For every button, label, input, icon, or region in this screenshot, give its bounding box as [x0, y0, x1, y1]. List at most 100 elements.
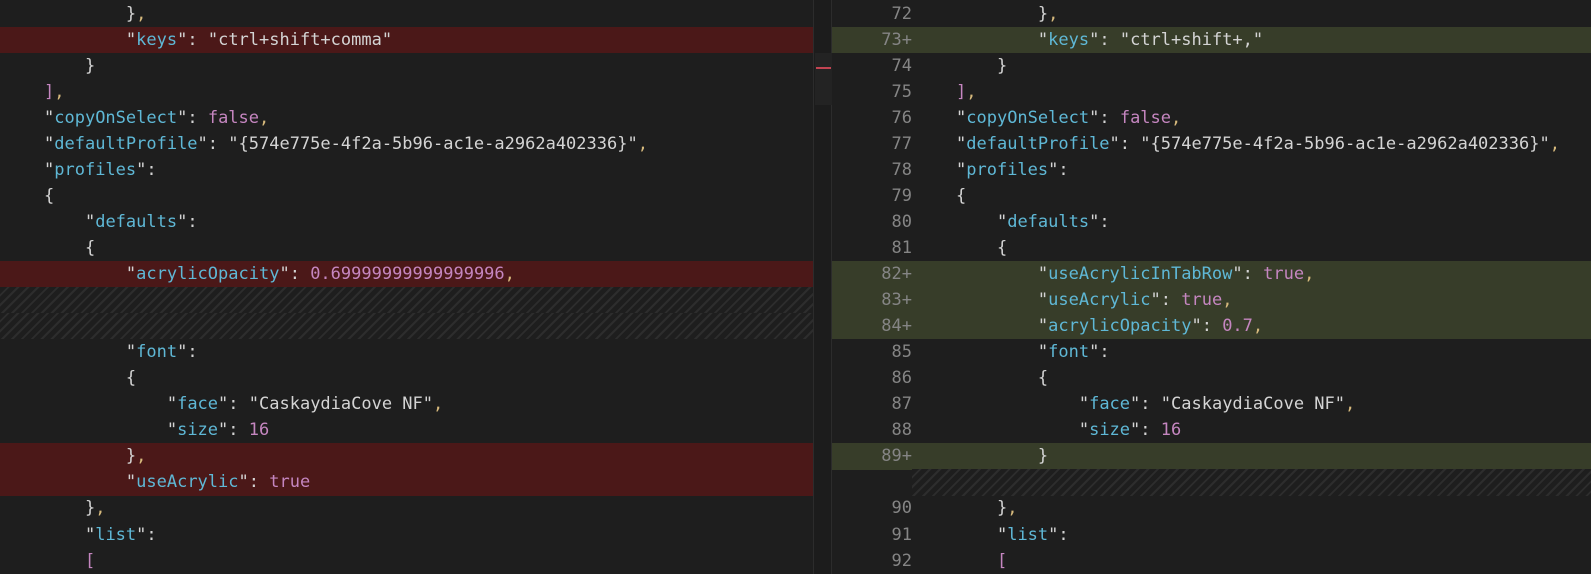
code-text: { [1037, 368, 1049, 389]
code-text: } [84, 55, 96, 76]
line-number: 88 [891, 420, 912, 441]
code-text: "defaults": [996, 211, 1110, 232]
diff-filler-region[interactable] [832, 469, 1591, 496]
line-number: 86 [891, 368, 912, 389]
code-text: "defaultProfile": "{574e775e-4f2a-5b96-a… [44, 133, 648, 154]
code-text: "face": "CaskaydiaCove NF", [166, 394, 444, 415]
code-line[interactable]: } [0, 53, 830, 79]
code-line[interactable]: 76 "copyOnSelect": false, [832, 105, 1591, 131]
line-number: 91 [891, 524, 912, 545]
code-text: "copyOnSelect": false, [956, 107, 1182, 128]
code-text: { [996, 237, 1008, 258]
code-line[interactable]: "size": 16 [0, 417, 830, 443]
deleted-line[interactable]: "acrylicOpacity": 0.69999999999999996, [0, 261, 830, 288]
line-number: 82+ [881, 264, 912, 284]
code-text: [ [84, 550, 96, 571]
code-line[interactable]: 75], [832, 79, 1591, 105]
code-line[interactable]: 85 "font": [832, 339, 1591, 365]
line-number: 79 [891, 185, 912, 206]
code-line[interactable]: ], [0, 79, 830, 105]
code-line[interactable]: 72 }, [832, 1, 1591, 27]
added-line[interactable]: 82+ "useAcrylicInTabRow": true, [832, 261, 1591, 288]
code-text: "useAcrylicInTabRow": true, [1037, 264, 1315, 284]
code-line[interactable]: }, [0, 495, 830, 521]
code-line[interactable]: { [0, 183, 830, 209]
code-text: }, [125, 3, 147, 24]
line-number: 75 [891, 81, 912, 102]
code-text: } [996, 55, 1008, 76]
code-text: "acrylicOpacity": 0.7, [1037, 316, 1264, 337]
code-text: }, [84, 498, 106, 519]
code-line[interactable]: "copyOnSelect": false, [0, 105, 830, 131]
line-number: 87 [891, 394, 912, 415]
code-text: "defaults": [84, 211, 198, 232]
code-line[interactable]: }, [0, 1, 830, 27]
code-text: "size": 16 [1078, 420, 1182, 441]
code-text: "keys": "ctrl+shift+comma" [125, 29, 393, 50]
code-line[interactable]: "profiles": [0, 157, 830, 183]
code-line[interactable]: 90 }, [832, 495, 1591, 521]
code-line[interactable]: 78 "profiles": [832, 157, 1591, 183]
code-line[interactable]: 79 { [832, 183, 1591, 209]
line-number: 78 [891, 159, 912, 180]
code-text: { [84, 237, 96, 258]
code-text: { [956, 185, 967, 206]
diff-filler-region[interactable] [0, 313, 830, 340]
code-text: }, [996, 498, 1018, 519]
code-line[interactable]: "list": [0, 522, 830, 548]
diff-filler-region[interactable] [0, 287, 830, 314]
code-line[interactable]: 92 [ [832, 548, 1591, 574]
code-text: }, [125, 446, 147, 467]
code-line[interactable]: 86 { [832, 365, 1591, 391]
code-text: "font": [1037, 342, 1110, 363]
code-line[interactable]: "font": [0, 339, 830, 365]
code-text: "list": [996, 524, 1069, 545]
code-line[interactable]: 77 "defaultProfile": "{574e775e-4f2a-5b96… [832, 131, 1591, 157]
left-diff-pane[interactable]: }, "keys": "ctrl+shift+comma" }], "copyOn… [0, 0, 830, 574]
diff-overview-ruler[interactable] [813, 0, 832, 574]
line-number: 80 [891, 211, 912, 232]
code-text: }, [1037, 3, 1059, 24]
code-text: "font": [125, 342, 198, 363]
hatch-filler [912, 469, 1591, 496]
code-text: { [44, 185, 55, 206]
added-line[interactable]: 89+ } [832, 443, 1591, 470]
added-line[interactable]: 84+ "acrylicOpacity": 0.7, [832, 313, 1591, 340]
code-text: "profiles": [956, 159, 1069, 180]
code-line[interactable]: [ [0, 548, 830, 574]
code-text: "keys": "ctrl+shift+," [1037, 29, 1264, 50]
line-number: 76 [891, 107, 912, 128]
code-line[interactable]: 80 "defaults": [832, 209, 1591, 235]
code-line[interactable]: 87 "face": "CaskaydiaCove NF", [832, 391, 1591, 417]
line-number: 77 [891, 133, 912, 154]
line-number: 74 [891, 55, 912, 76]
line-number: 72 [891, 3, 912, 24]
code-line[interactable]: "defaultProfile": "{574e775e-4f2a-5b96-a… [0, 131, 830, 157]
code-line[interactable]: 81 { [832, 235, 1591, 261]
added-line[interactable]: 73+ "keys": "ctrl+shift+," [832, 26, 1591, 53]
line-number: 85 [891, 342, 912, 363]
code-text: ], [44, 81, 65, 102]
right-diff-pane[interactable]: 72 }, 73+ "keys": "ctrl+shift+," 74 } 75], 7… [832, 0, 1591, 574]
line-number: 83+ [881, 290, 912, 311]
added-line[interactable]: 83+ "useAcrylic": true, [832, 287, 1591, 314]
code-line[interactable]: { [0, 365, 830, 391]
code-line[interactable]: 88 "size": 16 [832, 417, 1591, 443]
code-text: [ [996, 550, 1008, 571]
code-text: "useAcrylic": true, [1037, 290, 1233, 311]
line-number: 92 [891, 550, 912, 571]
code-text: } [1037, 446, 1049, 467]
code-text: "profiles": [44, 159, 157, 180]
ruler-change-marker [816, 67, 831, 69]
code-text: { [125, 368, 137, 389]
deleted-line[interactable]: "useAcrylic": true [0, 469, 830, 496]
code-line[interactable]: { [0, 235, 830, 261]
deleted-line[interactable]: }, [0, 443, 830, 470]
ruler-viewport-shade [815, 53, 832, 105]
code-line[interactable]: 91 "list": [832, 522, 1591, 548]
deleted-line[interactable]: "keys": "ctrl+shift+comma" [0, 26, 830, 53]
line-number: 81 [891, 237, 912, 258]
code-line[interactable]: "defaults": [0, 209, 830, 235]
code-line[interactable]: "face": "CaskaydiaCove NF", [0, 391, 830, 417]
code-line[interactable]: 74 } [832, 53, 1591, 79]
